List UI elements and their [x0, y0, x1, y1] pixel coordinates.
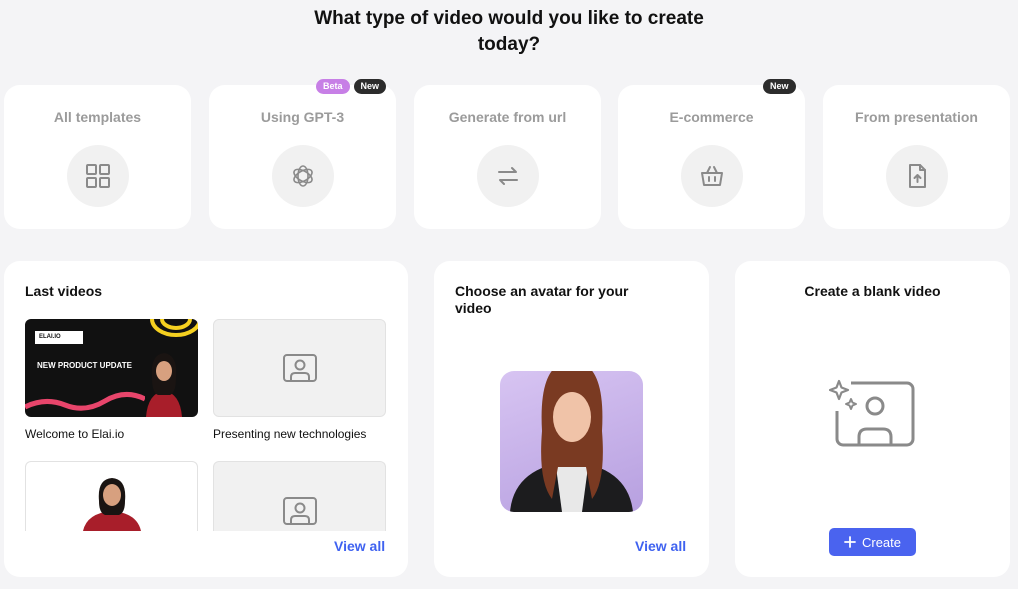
presenter-figure [82, 478, 141, 531]
plus-icon [844, 536, 856, 548]
portrait-placeholder-icon [282, 496, 317, 525]
sparkle-portrait-icon [829, 379, 915, 447]
video-caption: Welcome to Elai.io [25, 427, 125, 441]
last-videos-view-all-link[interactable]: View all [334, 538, 385, 554]
type-card-label: E-commerce [669, 109, 754, 125]
type-card-using-gpt3[interactable]: Using GPT-3 [209, 85, 396, 229]
last-videos-panel: Last videos ELAI.IO NEW PRODUCT UPDATE W… [4, 261, 408, 577]
avatar-preview[interactable] [500, 371, 643, 512]
gpt3-badges: Beta New [316, 79, 387, 94]
new-badge: New [763, 79, 796, 94]
page-title: What type of video would you like to cre… [0, 6, 1018, 58]
basket-icon [700, 166, 723, 186]
type-card-generate-from-url[interactable]: Generate from url [414, 85, 601, 229]
portrait-placeholder-icon [282, 354, 317, 382]
ecommerce-badges: New [763, 79, 796, 94]
video-thumbnail[interactable]: ELAI.IO NEW PRODUCT UPDATE [25, 319, 198, 417]
avatar-panel-title: Choose an avatar for your video [455, 283, 629, 316]
type-card-label: From presentation [855, 109, 978, 125]
yellow-swirl-icon [150, 319, 198, 337]
type-card-label: Generate from url [448, 109, 567, 125]
blank-video-panel: Create a blank video Create [735, 261, 1010, 577]
type-card-from-presentation[interactable]: From presentation [823, 85, 1010, 229]
new-badge: New [353, 79, 387, 94]
presenter-figure [146, 353, 182, 417]
type-card-label: All templates [53, 109, 142, 125]
video-thumbnail[interactable] [213, 461, 386, 531]
avatar-view-all-link[interactable]: View all [635, 538, 686, 554]
create-button[interactable]: Create [829, 528, 916, 556]
page-title-line-1: What type of video would you like to cre… [314, 8, 704, 29]
promo-text: NEW PRODUCT UPDATE [37, 361, 132, 370]
create-button-label: Create [861, 534, 902, 550]
elai-logo: ELAI.IO [35, 331, 83, 344]
last-videos-title: Last videos [25, 283, 103, 299]
page-title-line-2: today? [477, 34, 541, 55]
blank-video-title: Create a blank video [804, 283, 941, 299]
pink-wave-icon [25, 392, 145, 411]
type-card-label: Using GPT-3 [260, 109, 345, 125]
type-card-e-commerce[interactable]: E-commerce [618, 85, 805, 229]
video-thumbnail[interactable] [213, 319, 386, 417]
openai-icon [292, 165, 313, 187]
file-upload-icon [908, 164, 926, 188]
avatar-panel: Choose an avatar for your video View all [434, 261, 709, 577]
type-card-all-templates[interactable]: All templates [4, 85, 191, 229]
beta-badge: Beta [316, 79, 350, 94]
video-caption: Presenting new technologies [213, 427, 367, 441]
grid-icon [85, 164, 110, 188]
arrows-swap-icon [497, 167, 518, 185]
video-thumbnail[interactable] [25, 461, 198, 531]
avatar-woman-figure [510, 371, 633, 512]
